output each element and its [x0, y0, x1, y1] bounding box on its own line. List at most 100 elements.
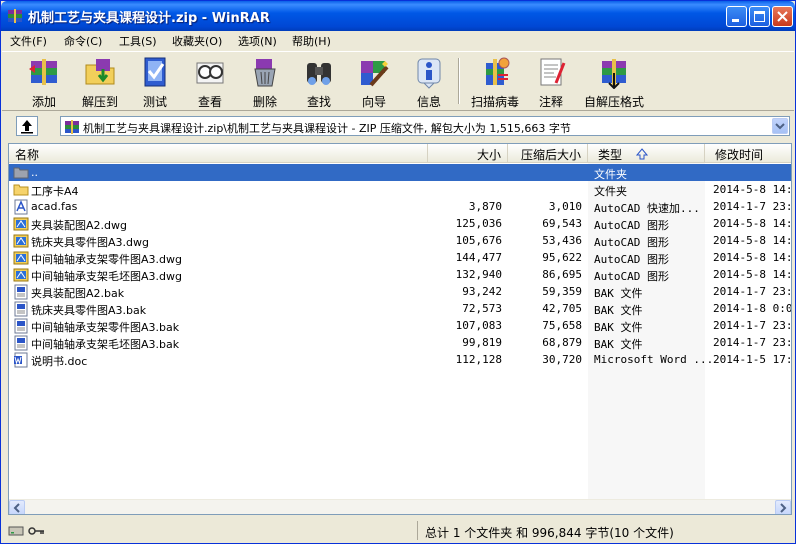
chevron-right-icon	[780, 503, 787, 513]
column-header-name[interactable]: 名称	[9, 144, 428, 163]
column-header-modified[interactable]: 修改时间	[705, 144, 791, 163]
menu-commands[interactable]: 命令(C)	[64, 33, 102, 49]
wizard-icon	[361, 61, 389, 87]
cell-type: AutoCAD 图形	[594, 270, 669, 283]
cell-packed: 59,359	[542, 285, 582, 298]
cell-packed: 69,543	[542, 217, 582, 230]
cell-type: AutoCAD 图形	[594, 253, 669, 266]
cell-modified: 2014-5-8 14:1	[713, 234, 792, 247]
cell-name: acad.fas	[31, 200, 78, 213]
menu-tools[interactable]: 工具(S)	[119, 33, 157, 49]
cell-type: BAK 文件	[594, 287, 643, 300]
cell-name: 工序卡A4	[31, 185, 79, 198]
title-bar[interactable]: 机制工艺与夹具课程设计.zip - WinRAR	[1, 1, 795, 31]
view-label: 查看	[197, 95, 222, 109]
address-bar[interactable]: 机制工艺与夹具课程设计.zip\机制工艺与夹具课程设计 - ZIP 压缩文件, …	[60, 116, 790, 136]
menu-file[interactable]: 文件(F)	[10, 33, 47, 49]
table-row[interactable]: 中间轴轴承支架零件图A3.dwg 144,477 95,622 AutoCAD 图形 2…	[9, 249, 792, 266]
sfx-icon	[602, 59, 626, 89]
horizontal-scrollbar[interactable]	[9, 499, 791, 514]
cell-packed: 30,720	[542, 353, 582, 366]
scroll-left-button[interactable]	[9, 500, 25, 514]
view-icon	[196, 62, 224, 84]
view-button[interactable]: 查看	[182, 55, 238, 109]
status-bar: 总计 1 个文件夹 和 996,844 字节(10 个文件)	[2, 519, 794, 543]
table-row[interactable]: 说明书.doc 112,128 30,720 Microsoft Word ... 20…	[9, 351, 791, 371]
find-label: 查找	[306, 95, 331, 109]
up-arrow-icon	[21, 120, 33, 134]
close-icon	[777, 11, 788, 22]
cell-size: 93,242	[462, 285, 502, 298]
cell-name: 说明书.doc	[31, 355, 88, 368]
cell-type: 文件夹	[594, 185, 627, 198]
minimize-icon	[732, 19, 739, 22]
address-row: 机制工艺与夹具课程设计.zip\机制工艺与夹具课程设计 - ZIP 压缩文件, …	[2, 113, 794, 139]
file-list[interactable]: 名称 大小 压缩后大小 类型 修改时间 .. 文件夹工序卡A4 文件夹 2014-5-…	[8, 143, 792, 515]
cell-modified: 2014-1-8 0:03	[713, 302, 792, 315]
menu-bar: 文件(F) 命令(C) 工具(S) 收藏夹(O) 选项(N) 帮助(H)	[2, 31, 794, 50]
sort-ascending-icon	[636, 148, 648, 160]
cell-size: 125,036	[455, 217, 502, 230]
virus-scan-button[interactable]: 扫描病毒	[464, 55, 526, 109]
table-row[interactable]: .. 文件夹	[9, 164, 791, 182]
table-row[interactable]: 中间轴轴承支架毛坯图A3.dwg 132,940 86,695 AutoCAD 图形 2…	[9, 266, 791, 283]
address-dropdown-button[interactable]	[772, 118, 788, 134]
cell-size: 99,819	[462, 336, 502, 349]
close-button[interactable]	[772, 6, 793, 27]
info-label: 信息	[416, 95, 441, 109]
up-one-level-button[interactable]	[16, 116, 38, 136]
table-row[interactable]: 铣床夹具零件图A3.bak 72,573 42,705 BAK 文件 2014-1-8 …	[9, 300, 792, 317]
comment-button[interactable]: 注释	[526, 55, 576, 109]
extract-to-icon	[85, 59, 115, 85]
extract-to-button[interactable]: 解压到	[72, 55, 128, 109]
menu-favorites[interactable]: 收藏夹(O)	[172, 33, 222, 49]
table-row[interactable]: 中间轴轴承支架零件图A3.bak 107,083 75,658 BAK 文件 2014-…	[9, 317, 792, 334]
info-icon	[417, 58, 441, 89]
table-row[interactable]: 夹具装配图A2.bak 93,242 59,359 BAK 文件 2014-1-7 23…	[9, 283, 791, 300]
add-archive-icon	[29, 59, 57, 85]
maximize-button[interactable]	[749, 6, 770, 27]
maximize-icon	[754, 11, 765, 22]
cell-modified: 2014-1-7 23:5	[713, 336, 792, 349]
chevron-down-icon	[775, 123, 785, 130]
cell-type: BAK 文件	[594, 338, 643, 351]
cell-size: 144,477	[455, 251, 502, 264]
archive-icon	[65, 120, 79, 134]
table-row[interactable]: acad.fas 3,870 3,010 AutoCAD 快速加... 2014-1-7…	[9, 198, 792, 215]
find-icon	[307, 63, 331, 85]
sfx-button[interactable]: 自解压格式	[578, 55, 650, 109]
delete-button[interactable]: 删除	[238, 55, 292, 109]
cell-modified: 2014-5-8 14:1	[713, 183, 792, 196]
test-button[interactable]: 测试	[128, 55, 182, 109]
test-label: 测试	[142, 95, 167, 109]
add-button[interactable]: 添加	[16, 55, 72, 109]
wizard-button[interactable]: 向导	[346, 55, 402, 109]
list-header: 名称 大小 压缩后大小 类型 修改时间	[9, 144, 791, 163]
column-header-type[interactable]: 类型	[588, 144, 705, 163]
toolbar-separator	[458, 58, 460, 104]
cell-packed: 75,658	[542, 319, 582, 332]
comment-label: 注释	[538, 95, 563, 109]
cell-type: AutoCAD 图形	[594, 219, 669, 232]
minimize-button[interactable]	[726, 6, 747, 27]
parent-folder-icon	[13, 165, 29, 182]
cell-packed: 68,879	[542, 336, 582, 349]
menu-options[interactable]: 选项(N)	[238, 33, 277, 49]
info-button[interactable]: 信息	[402, 55, 456, 109]
column-header-size[interactable]: 大小	[428, 144, 508, 163]
word-doc-icon	[13, 352, 29, 371]
scroll-right-button[interactable]	[775, 500, 791, 514]
table-row[interactable]: 中间轴轴承支架毛坯图A3.bak 99,819 68,879 BAK 文件 2014-1…	[9, 334, 792, 351]
table-row[interactable]: 铣床夹具零件图A3.dwg 105,676 53,436 AutoCAD 图形 2014…	[9, 232, 792, 249]
column-header-packed[interactable]: 压缩后大小	[508, 144, 588, 163]
status-separator	[417, 521, 418, 540]
cell-name: 中间轴轴承支架毛坯图A3.dwg	[31, 270, 182, 283]
cell-modified: 2014-1-7 23:5	[713, 319, 792, 332]
table-row[interactable]: 夹具装配图A2.dwg 125,036 69,543 AutoCAD 图形 2014-5…	[9, 215, 791, 232]
find-button[interactable]: 查找	[292, 55, 346, 109]
table-row[interactable]: 工序卡A4 文件夹 2014-5-8 14:1	[9, 181, 792, 198]
menu-help[interactable]: 帮助(H)	[292, 33, 331, 49]
cell-name: 夹具装配图A2.bak	[31, 287, 125, 300]
cell-modified: 2014-5-8 14:1	[713, 251, 792, 264]
cell-modified: 2014-1-7 23:5	[713, 200, 792, 213]
